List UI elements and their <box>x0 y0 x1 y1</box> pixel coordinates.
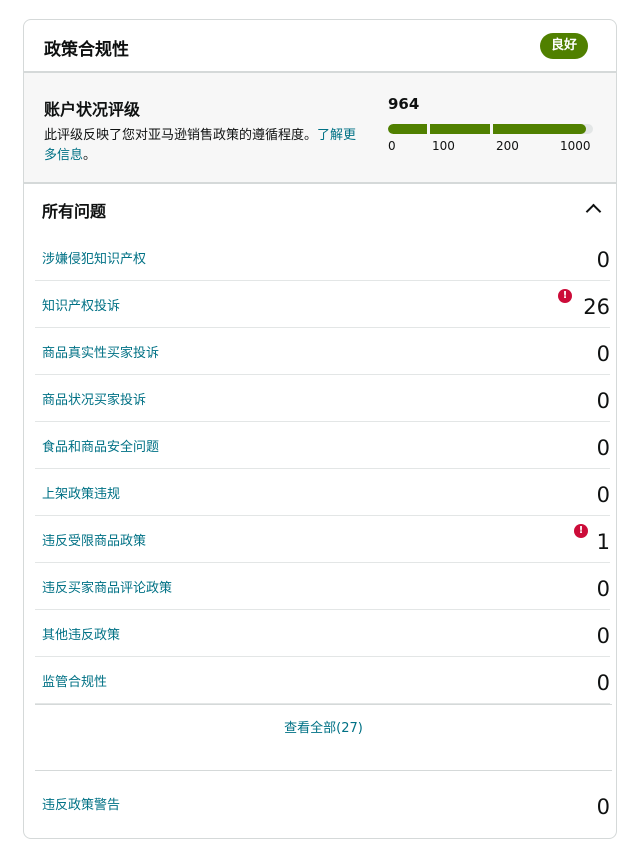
issue-row: 食品和商品安全问题 0 <box>35 422 610 469</box>
card-header: 政策合规性 良好 <box>24 20 616 73</box>
issue-row: 违反受限商品政策! 1 <box>35 516 610 563</box>
chevron-up-icon[interactable] <box>585 203 602 220</box>
tick-label: 1000 <box>560 139 591 153</box>
rating-progress-bar <box>388 124 593 134</box>
tick-label: 100 <box>432 139 455 153</box>
issue-count: 0 <box>596 389 610 413</box>
issues-list: 涉嫌侵犯知识产权 0 知识产权投诉! 26 商品真实性买家投诉 0 商品状况买家投诉 0 食品和… <box>35 234 610 704</box>
issue-row: 商品状况买家投诉 0 <box>35 375 610 422</box>
alert-icon: ! <box>574 524 588 538</box>
issue-row: 涉嫌侵犯知识产权 0 <box>35 234 610 281</box>
issue-count: 0 <box>596 436 610 460</box>
issue-row: 违反买家商品评论政策 0 <box>35 563 610 610</box>
rating-score: 964 <box>388 95 420 113</box>
policy-warnings-count: 0 <box>596 795 610 819</box>
rating-progress-fill <box>388 124 586 134</box>
status-badge: 良好 <box>540 33 589 59</box>
issue-link[interactable]: 上架政策违规 <box>42 483 120 502</box>
issue-link[interactable]: 违反买家商品评论政策 <box>42 577 172 596</box>
issue-link[interactable]: 其他违反政策 <box>42 624 120 643</box>
issue-count: 0 <box>596 671 610 695</box>
issue-count: 1 <box>596 530 610 554</box>
issue-row: 监管合规性 0 <box>35 657 610 704</box>
issue-count: 0 <box>596 624 610 648</box>
issue-row: 商品真实性买家投诉 0 <box>35 328 610 375</box>
rating-description: 此评级反映了您对亚马逊销售政策的遵循程度。了解更多信息。 <box>44 126 362 166</box>
all-issues-title: 所有问题 <box>42 202 107 221</box>
issue-count: 0 <box>596 248 610 272</box>
view-all-link[interactable]: 查看全部(27) <box>35 717 612 736</box>
rating-title: 账户状况评级 <box>44 100 141 119</box>
account-health-rating: 账户状况评级 此评级反映了您对亚马逊销售政策的遵循程度。了解更多信息。 964 … <box>24 73 616 184</box>
issue-row: 其他违反政策 0 <box>35 610 610 657</box>
alert-icon: ! <box>558 289 572 303</box>
rating-description-suffix: 。 <box>83 148 97 163</box>
issue-row: 上架政策违规 0 <box>35 469 610 516</box>
policy-compliance-card: 政策合规性 良好 账户状况评级 此评级反映了您对亚马逊销售政策的遵循程度。了解更… <box>23 19 617 839</box>
view-all-section: 查看全部(27) <box>35 704 612 771</box>
issue-row: 知识产权投诉! 26 <box>35 281 610 328</box>
issue-count: 0 <box>596 577 610 601</box>
tick-label: 0 <box>388 139 396 153</box>
issue-link[interactable]: 知识产权投诉 <box>42 295 120 314</box>
issue-count: 26 <box>583 295 610 319</box>
issue-link[interactable]: 商品真实性买家投诉 <box>42 342 159 361</box>
issue-link[interactable]: 食品和商品安全问题 <box>42 436 159 455</box>
bar-separator <box>490 124 493 134</box>
bar-separator <box>427 124 430 134</box>
issue-link[interactable]: 商品状况买家投诉 <box>42 389 146 408</box>
policy-warnings-row: 违反政策警告 0 <box>35 771 610 831</box>
issue-count: 0 <box>596 342 610 366</box>
tick-label: 200 <box>496 139 519 153</box>
all-issues-header[interactable]: 所有问题 <box>24 184 616 234</box>
issue-link[interactable]: 涉嫌侵犯知识产权 <box>42 248 146 267</box>
policy-warnings-link[interactable]: 违反政策警告 <box>42 794 120 813</box>
issue-link[interactable]: 监管合规性 <box>42 671 107 690</box>
issue-count: 0 <box>596 483 610 507</box>
card-title: 政策合规性 <box>44 40 129 60</box>
issue-link[interactable]: 违反受限商品政策 <box>42 530 146 549</box>
rating-description-text: 此评级反映了您对亚马逊销售政策的遵循程度。 <box>44 128 318 143</box>
